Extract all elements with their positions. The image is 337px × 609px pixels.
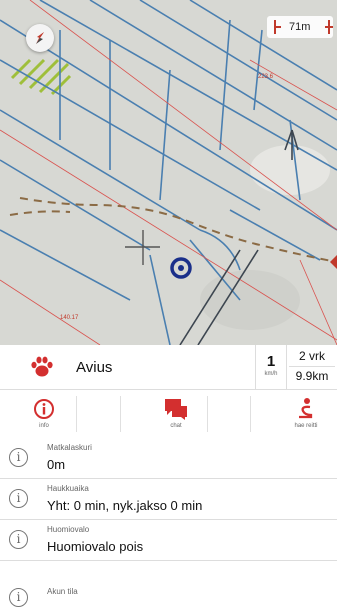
info-icon: i xyxy=(9,489,28,508)
time-distance-indicator: 2 vrk 9.9km xyxy=(289,349,335,383)
list-item-akun-tila[interactable]: i Akun tila xyxy=(0,561,337,609)
tracker-name: Avius xyxy=(76,359,113,376)
chat-button-label: chat xyxy=(170,423,182,429)
route-button[interactable]: hae reitti xyxy=(280,390,332,438)
divider xyxy=(207,396,208,432)
compass-button[interactable] xyxy=(26,24,54,52)
list-item-haukkuaika[interactable]: i Haukkuaika Yht: 0 min, nyk.jakso 0 min xyxy=(0,479,337,520)
speed-indicator: 1 km/h xyxy=(255,345,287,389)
tracker-header[interactable]: Avius 1 km/h 2 vrk 9.9km xyxy=(0,345,337,390)
list-item-matkalaskuri[interactable]: i Matkalaskuri 0m xyxy=(0,438,337,479)
elapsed-time: 2 vrk xyxy=(298,349,325,363)
app-screen: 223.6 140.17 71m Avius 1 km/h 2 vrk 9.9k… xyxy=(0,0,337,609)
paw-icon xyxy=(31,356,53,377)
row-value: 0m xyxy=(47,457,66,472)
compass-icon xyxy=(36,32,44,44)
info-icon: i xyxy=(9,588,28,607)
divider xyxy=(120,396,121,432)
map-elevation-label: 140.17 xyxy=(60,315,79,321)
chat-bubbles-icon xyxy=(165,399,187,420)
speed-value: 1 xyxy=(266,353,276,370)
row-value: Yht: 0 min, nyk.jakso 0 min xyxy=(47,498,203,513)
distance-value: 9.9km xyxy=(289,366,335,383)
info-circle-icon xyxy=(34,399,54,419)
list-item-huomiovalo[interactable]: i Huomiovalo Huomiovalo pois xyxy=(0,520,337,561)
info-icon: i xyxy=(9,448,28,467)
info-button[interactable]: info xyxy=(24,390,64,438)
map-elevation-label: 223.6 xyxy=(258,74,274,80)
row-title: Akun tila xyxy=(47,587,78,596)
route-icon xyxy=(299,398,313,419)
map-scale-bar: 71m xyxy=(267,16,333,38)
speed-unit: km/h xyxy=(264,371,278,377)
info-icon: i xyxy=(9,530,28,549)
row-title: Matkalaskuri xyxy=(47,443,92,452)
chat-button[interactable]: chat xyxy=(153,390,199,438)
divider xyxy=(250,396,251,432)
action-bar: info chat hae reitti xyxy=(0,390,337,439)
info-button-label: info xyxy=(39,423,49,429)
row-value: Huomiovalo pois xyxy=(47,539,144,554)
row-title: Haukkuaika xyxy=(47,484,89,493)
row-title: Huomiovalo xyxy=(47,525,90,534)
route-button-label: hae reitti xyxy=(294,423,318,429)
scale-label: 71m xyxy=(289,21,311,33)
map-view[interactable]: 223.6 140.17 71m xyxy=(0,0,337,345)
divider xyxy=(76,396,77,432)
